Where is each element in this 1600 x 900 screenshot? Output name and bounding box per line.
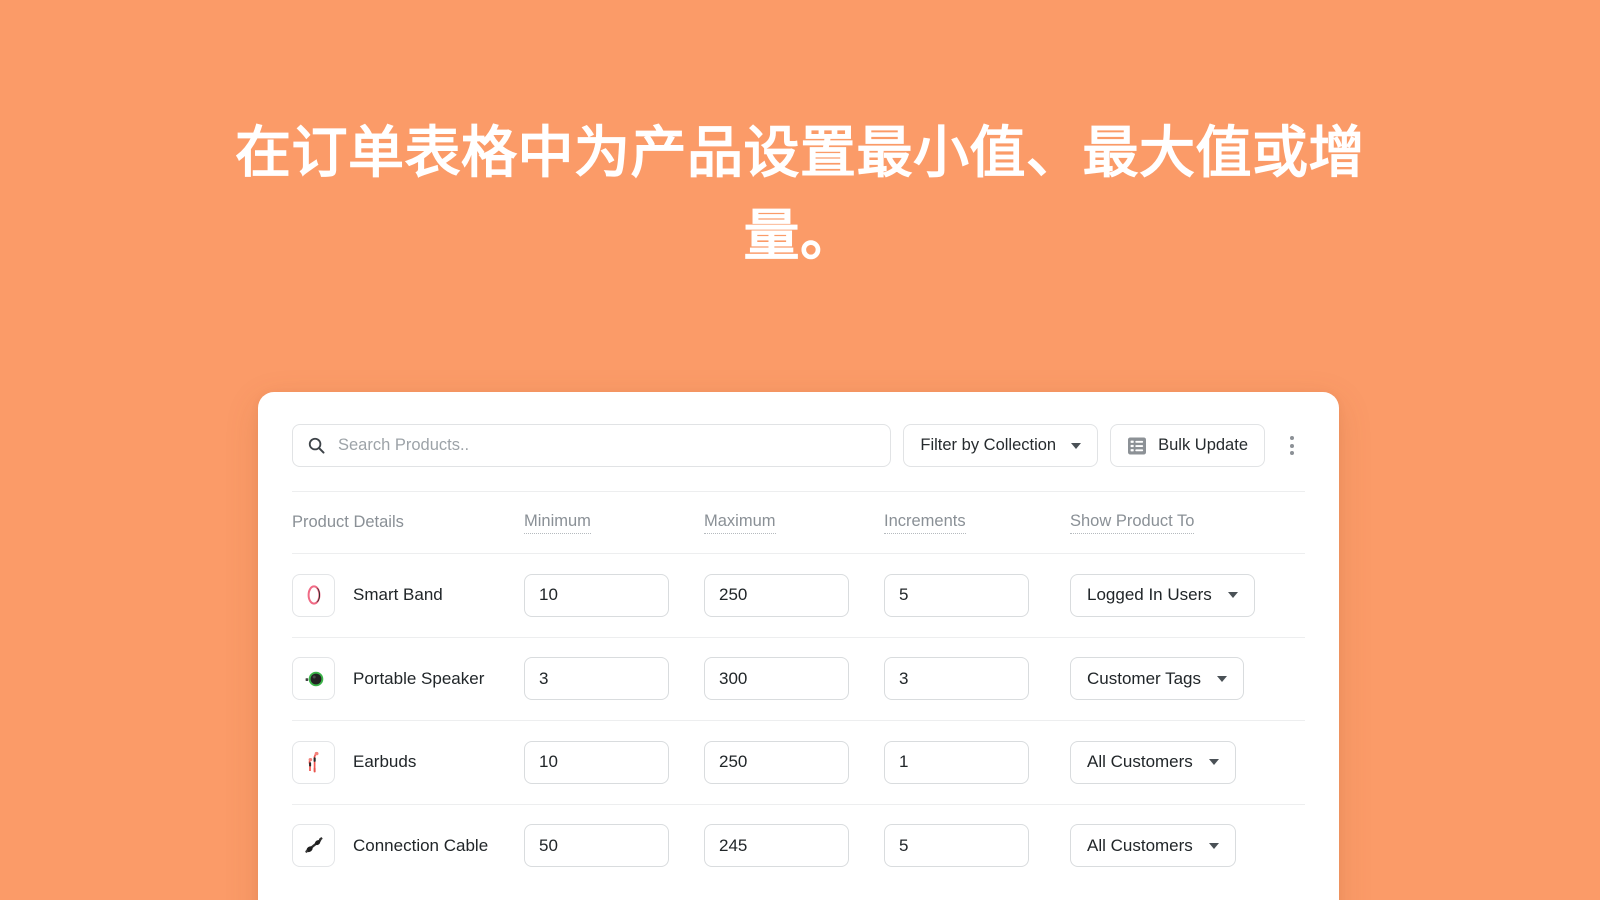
product-name: Earbuds	[353, 752, 417, 772]
column-header-show-product-to: Show Product To	[1070, 512, 1195, 534]
maximum-input[interactable]	[704, 657, 849, 701]
increments-input[interactable]	[884, 657, 1029, 701]
maximum-input[interactable]	[704, 824, 849, 868]
show-product-to-value: All Customers	[1087, 835, 1193, 855]
chevron-down-icon	[1208, 759, 1219, 766]
bulk-update-button[interactable]: Bulk Update	[1110, 424, 1265, 467]
increments-input[interactable]	[884, 740, 1029, 784]
page-title: 在订单表格中为产品设置最小值、最大值或增量。	[235, 121, 1365, 267]
column-header-minimum: Minimum	[524, 512, 591, 534]
filter-by-collection-button[interactable]: Filter by Collection	[903, 424, 1099, 467]
show-product-to-dropdown[interactable]: Logged In Users	[1070, 573, 1255, 617]
minimum-input[interactable]	[524, 573, 669, 617]
product-settings-card: Filter by Collection Bulk Update	[258, 392, 1339, 900]
column-header-product-details: Product Details	[292, 513, 404, 531]
increments-input[interactable]	[884, 573, 1029, 617]
table-row: Connection Cable All Customers	[292, 803, 1305, 888]
chevron-down-icon	[1217, 675, 1228, 682]
table-row: Portable Speaker Customer Tags	[292, 636, 1305, 721]
product-cell: Portable Speaker	[292, 657, 524, 701]
kebab-menu-icon[interactable]	[1279, 424, 1305, 467]
table-row: Smart Band Logged In Users	[292, 553, 1305, 637]
show-product-to-dropdown[interactable]: All Customers	[1070, 824, 1236, 868]
show-product-to-dropdown[interactable]: Customer Tags	[1070, 657, 1245, 701]
product-cell: Connection Cable	[292, 824, 524, 868]
column-header-maximum: Maximum	[704, 512, 776, 534]
increments-input[interactable]	[884, 824, 1029, 868]
chevron-down-icon	[1208, 842, 1219, 849]
product-name: Portable Speaker	[353, 668, 485, 688]
bulk-update-label: Bulk Update	[1158, 436, 1248, 454]
product-cell: Earbuds	[292, 740, 524, 784]
minimum-input[interactable]	[524, 657, 669, 701]
show-product-to-value: All Customers	[1087, 752, 1193, 772]
search-box[interactable]	[292, 424, 892, 467]
product-cell: Smart Band	[292, 573, 524, 617]
maximum-input[interactable]	[704, 740, 849, 784]
product-name: Smart Band	[353, 585, 443, 605]
search-icon	[307, 436, 326, 455]
toolbar: Filter by Collection Bulk Update	[292, 392, 1305, 491]
minimum-input[interactable]	[524, 824, 669, 868]
minimum-input[interactable]	[524, 740, 669, 784]
portable-speaker-thumbnail	[292, 657, 335, 701]
table-header: Product Details Minimum Maximum Incremen…	[292, 491, 1305, 553]
column-header-increments: Increments	[884, 512, 966, 534]
show-product-to-value: Logged In Users	[1087, 585, 1212, 605]
connection-cable-thumbnail	[292, 824, 335, 868]
smart-band-thumbnail	[292, 573, 335, 617]
maximum-input[interactable]	[704, 573, 849, 617]
search-input[interactable]	[338, 436, 877, 455]
chevron-down-icon	[1227, 592, 1238, 599]
filter-by-collection-label: Filter by Collection	[920, 436, 1057, 454]
table-row: Earbuds All Customers	[292, 720, 1305, 804]
list-icon	[1127, 436, 1147, 456]
earbuds-thumbnail	[292, 740, 335, 784]
show-product-to-value: Customer Tags	[1087, 668, 1202, 688]
show-product-to-dropdown[interactable]: All Customers	[1070, 740, 1236, 784]
product-name: Connection Cable	[353, 835, 489, 855]
chevron-down-icon	[1071, 442, 1082, 449]
